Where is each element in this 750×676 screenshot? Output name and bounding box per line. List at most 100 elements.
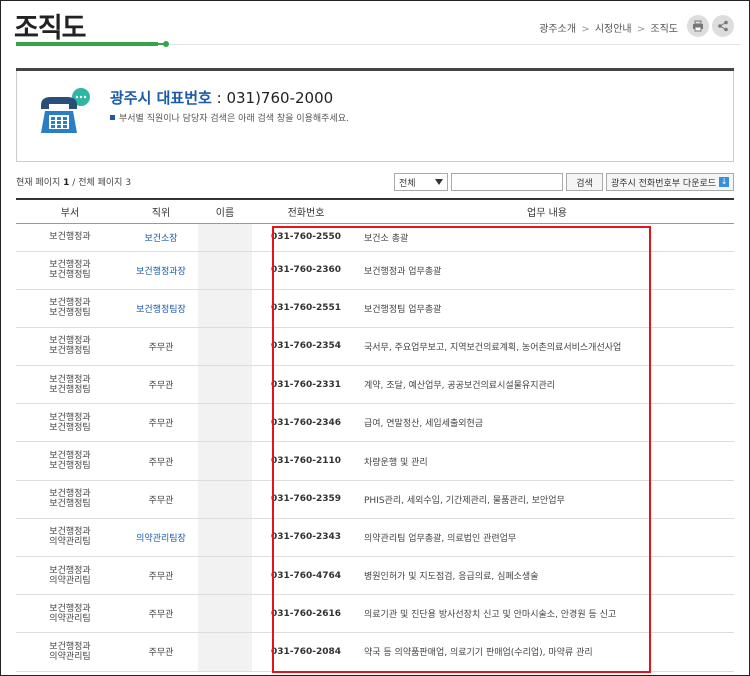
cell-position: 주무관 bbox=[124, 632, 198, 672]
info-box-top-border bbox=[16, 68, 734, 71]
cell-phone: 031-760-2616 bbox=[252, 594, 360, 634]
breadcrumb-item[interactable]: 광주소개 bbox=[539, 24, 576, 35]
phonebook-download-button[interactable]: 광주시 전화번호부 다운로드 ↓ bbox=[606, 173, 734, 191]
table-row: 보건행정과 의약관리팀 주무관 031-760-2084 약국 등 의약품판매업, 의료… bbox=[16, 632, 734, 672]
dept-name: 의약관리팀 bbox=[49, 537, 91, 548]
cell-phone: 031-760-2084 bbox=[252, 632, 360, 672]
page-title: 조직도 bbox=[14, 13, 87, 44]
cell-name bbox=[198, 289, 252, 328]
dept-name: 보건행정과 bbox=[49, 336, 91, 347]
page-indicator: 현재 페이지 1 / 전체 페이지 3 bbox=[16, 175, 131, 188]
dept-name: 보건행정과 bbox=[49, 298, 91, 309]
cell-name bbox=[198, 441, 252, 481]
representative-number-value: 031)760-2000 bbox=[226, 89, 334, 107]
cell-position: 주무관 bbox=[124, 594, 198, 634]
cell-dept: 보건행정과 보건행정팀 bbox=[16, 365, 124, 405]
column-header-name: 이름 bbox=[198, 198, 252, 224]
search-guide-note: 부서별 직원이나 담당자 검색은 아래 검색 창을 이용해주세요. bbox=[110, 111, 349, 124]
telephone-icon bbox=[37, 87, 93, 143]
dept-name: 의약관리팀 bbox=[49, 613, 91, 624]
position-link[interactable]: 보건행정팀장 bbox=[124, 289, 198, 328]
search-category-select[interactable]: 전체 bbox=[394, 173, 448, 191]
cell-phone: 031-760-2551 bbox=[252, 289, 360, 328]
print-icon bbox=[693, 20, 703, 32]
position-link[interactable]: 보건행정과장 bbox=[124, 251, 198, 290]
table-row: 보건행정과 보건행정팀 주무관 031-760-2359 PHIS관리, 세외수입, 기… bbox=[16, 480, 734, 519]
dept-name: 보건행정과 bbox=[49, 603, 91, 614]
search-input[interactable] bbox=[451, 173, 563, 191]
representative-number-label: 광주시 대표번호 bbox=[110, 89, 212, 107]
share-button[interactable] bbox=[712, 15, 734, 37]
position-link[interactable]: 보건소장 bbox=[124, 223, 198, 252]
cell-duty: 의약관리팀 업무총괄, 의료법인 관련업무 bbox=[360, 518, 734, 558]
title-underline bbox=[16, 42, 158, 46]
dept-name: 보건행정과 bbox=[49, 527, 91, 538]
page-current-label: 현재 페이지 bbox=[16, 178, 61, 188]
cell-dept: 보건행정과 의약관리팀 bbox=[16, 556, 124, 596]
search-button[interactable]: 검색 bbox=[566, 173, 603, 191]
dept-name: 보건행정과 bbox=[49, 260, 91, 271]
cell-name bbox=[198, 223, 252, 252]
representative-number: 광주시 대표번호 : 031)760-2000 bbox=[110, 87, 333, 108]
cell-phone: 031-760-2331 bbox=[252, 365, 360, 405]
cell-name bbox=[198, 556, 252, 596]
search-guide-text: 부서별 직원이나 담당자 검색은 아래 검색 창을 이용해주세요. bbox=[119, 114, 349, 124]
cell-name bbox=[198, 594, 252, 634]
cell-position: 주무관 bbox=[124, 403, 198, 443]
cell-dept: 보건행정과 보건행정팀 bbox=[16, 289, 124, 328]
title-underline-dot bbox=[163, 41, 169, 47]
cell-dept: 보건행정과 보건행정팀 bbox=[16, 251, 124, 290]
chevron-down-icon bbox=[435, 179, 443, 185]
dept-name: 보건행정팀 bbox=[49, 270, 91, 281]
cell-dept: 보건행정과 bbox=[16, 223, 124, 252]
cell-phone: 031-760-2550 bbox=[252, 223, 360, 252]
share-icon bbox=[718, 20, 728, 32]
cell-position: 주무관 bbox=[124, 441, 198, 481]
breadcrumb-item[interactable]: 조직도 bbox=[650, 24, 678, 35]
table-row: 보건행정과 보건행정팀 보건행정팀장 031-760-2551 보건행정팀 업무총괄 bbox=[16, 289, 734, 328]
cell-dept: 보건행정과 보건행정팀 bbox=[16, 327, 124, 367]
dept-name: 보건행정팀 bbox=[49, 422, 91, 433]
page-total: 3 bbox=[125, 178, 132, 188]
cell-name bbox=[198, 632, 252, 672]
page-current: 1 bbox=[63, 178, 70, 188]
bullet-icon bbox=[110, 115, 115, 120]
download-icon: ↓ bbox=[719, 177, 730, 187]
cell-name bbox=[198, 327, 252, 367]
cell-phone: 031-760-2346 bbox=[252, 403, 360, 443]
dept-name: 보건행정과 bbox=[49, 374, 91, 385]
cell-duty: 계약, 조달, 예산업무, 공공보건의료시설물유지관리 bbox=[360, 365, 734, 405]
cell-dept: 보건행정과 의약관리팀 bbox=[16, 632, 124, 672]
cell-duty: 병원인허가 및 지도점검, 응급의료, 심폐소생술 bbox=[360, 556, 734, 596]
table-row: 보건행정과 보건행정팀 주무관 031-760-2354 국서무, 주요업무보고, 지역… bbox=[16, 327, 734, 367]
representative-number-colon: : bbox=[216, 89, 222, 107]
cell-duty: 차량운행 및 관리 bbox=[360, 441, 734, 481]
cell-name bbox=[198, 365, 252, 405]
table-header-row: 부서 직위 이름 전화번호 업무 내용 bbox=[16, 198, 734, 224]
cell-duty: 보건행정팀 업무총괄 bbox=[360, 289, 734, 328]
cell-dept: 보건행정과 보건행정팀 bbox=[16, 441, 124, 481]
dept-name: 보건행정팀 bbox=[49, 346, 91, 357]
cell-duty: 의료기관 및 진단용 방사선장치 신고 및 안마시술소, 안경원 등 신고 bbox=[360, 594, 734, 634]
column-header-position: 직위 bbox=[124, 198, 198, 224]
cell-phone: 031-760-2354 bbox=[252, 327, 360, 367]
cell-position: 주무관 bbox=[124, 327, 198, 367]
breadcrumb-item[interactable]: 시정안내 bbox=[595, 24, 632, 35]
table-row: 보건행정과 의약관리팀 주무관 031-760-2616 의료기관 및 진단용 방사선장… bbox=[16, 594, 734, 634]
position-link[interactable]: 의약관리팀장 bbox=[124, 518, 198, 558]
dept-name: 보건행정과 bbox=[49, 451, 91, 462]
header-divider bbox=[170, 44, 740, 45]
directory-table: 부서 직위 이름 전화번호 업무 내용 보건행정과 보건소장 031-760-255… bbox=[16, 198, 734, 672]
cell-duty: 보건행정과 업무총괄 bbox=[360, 251, 734, 290]
dept-name: 보건행정과 bbox=[49, 565, 91, 576]
dept-name: 보건행정팀 bbox=[49, 499, 91, 510]
cell-phone: 031-760-2360 bbox=[252, 251, 360, 290]
cell-duty: 국서무, 주요업무보고, 지역보건의료계획, 농어촌의료서비스개선사업 bbox=[360, 327, 734, 367]
cell-duty: 급여, 연말정산, 세입세출외현금 bbox=[360, 403, 734, 443]
breadcrumb: 광주소개 > 시정안내 > 조직도 bbox=[539, 20, 678, 35]
cell-name bbox=[198, 403, 252, 443]
print-button[interactable] bbox=[687, 15, 709, 37]
directory-table-container: 부서 직위 이름 전화번호 업무 내용 보건행정과 보건소장 031-760-255… bbox=[16, 198, 734, 672]
cell-name bbox=[198, 518, 252, 558]
dept-name: 보건행정팀 bbox=[49, 308, 91, 319]
